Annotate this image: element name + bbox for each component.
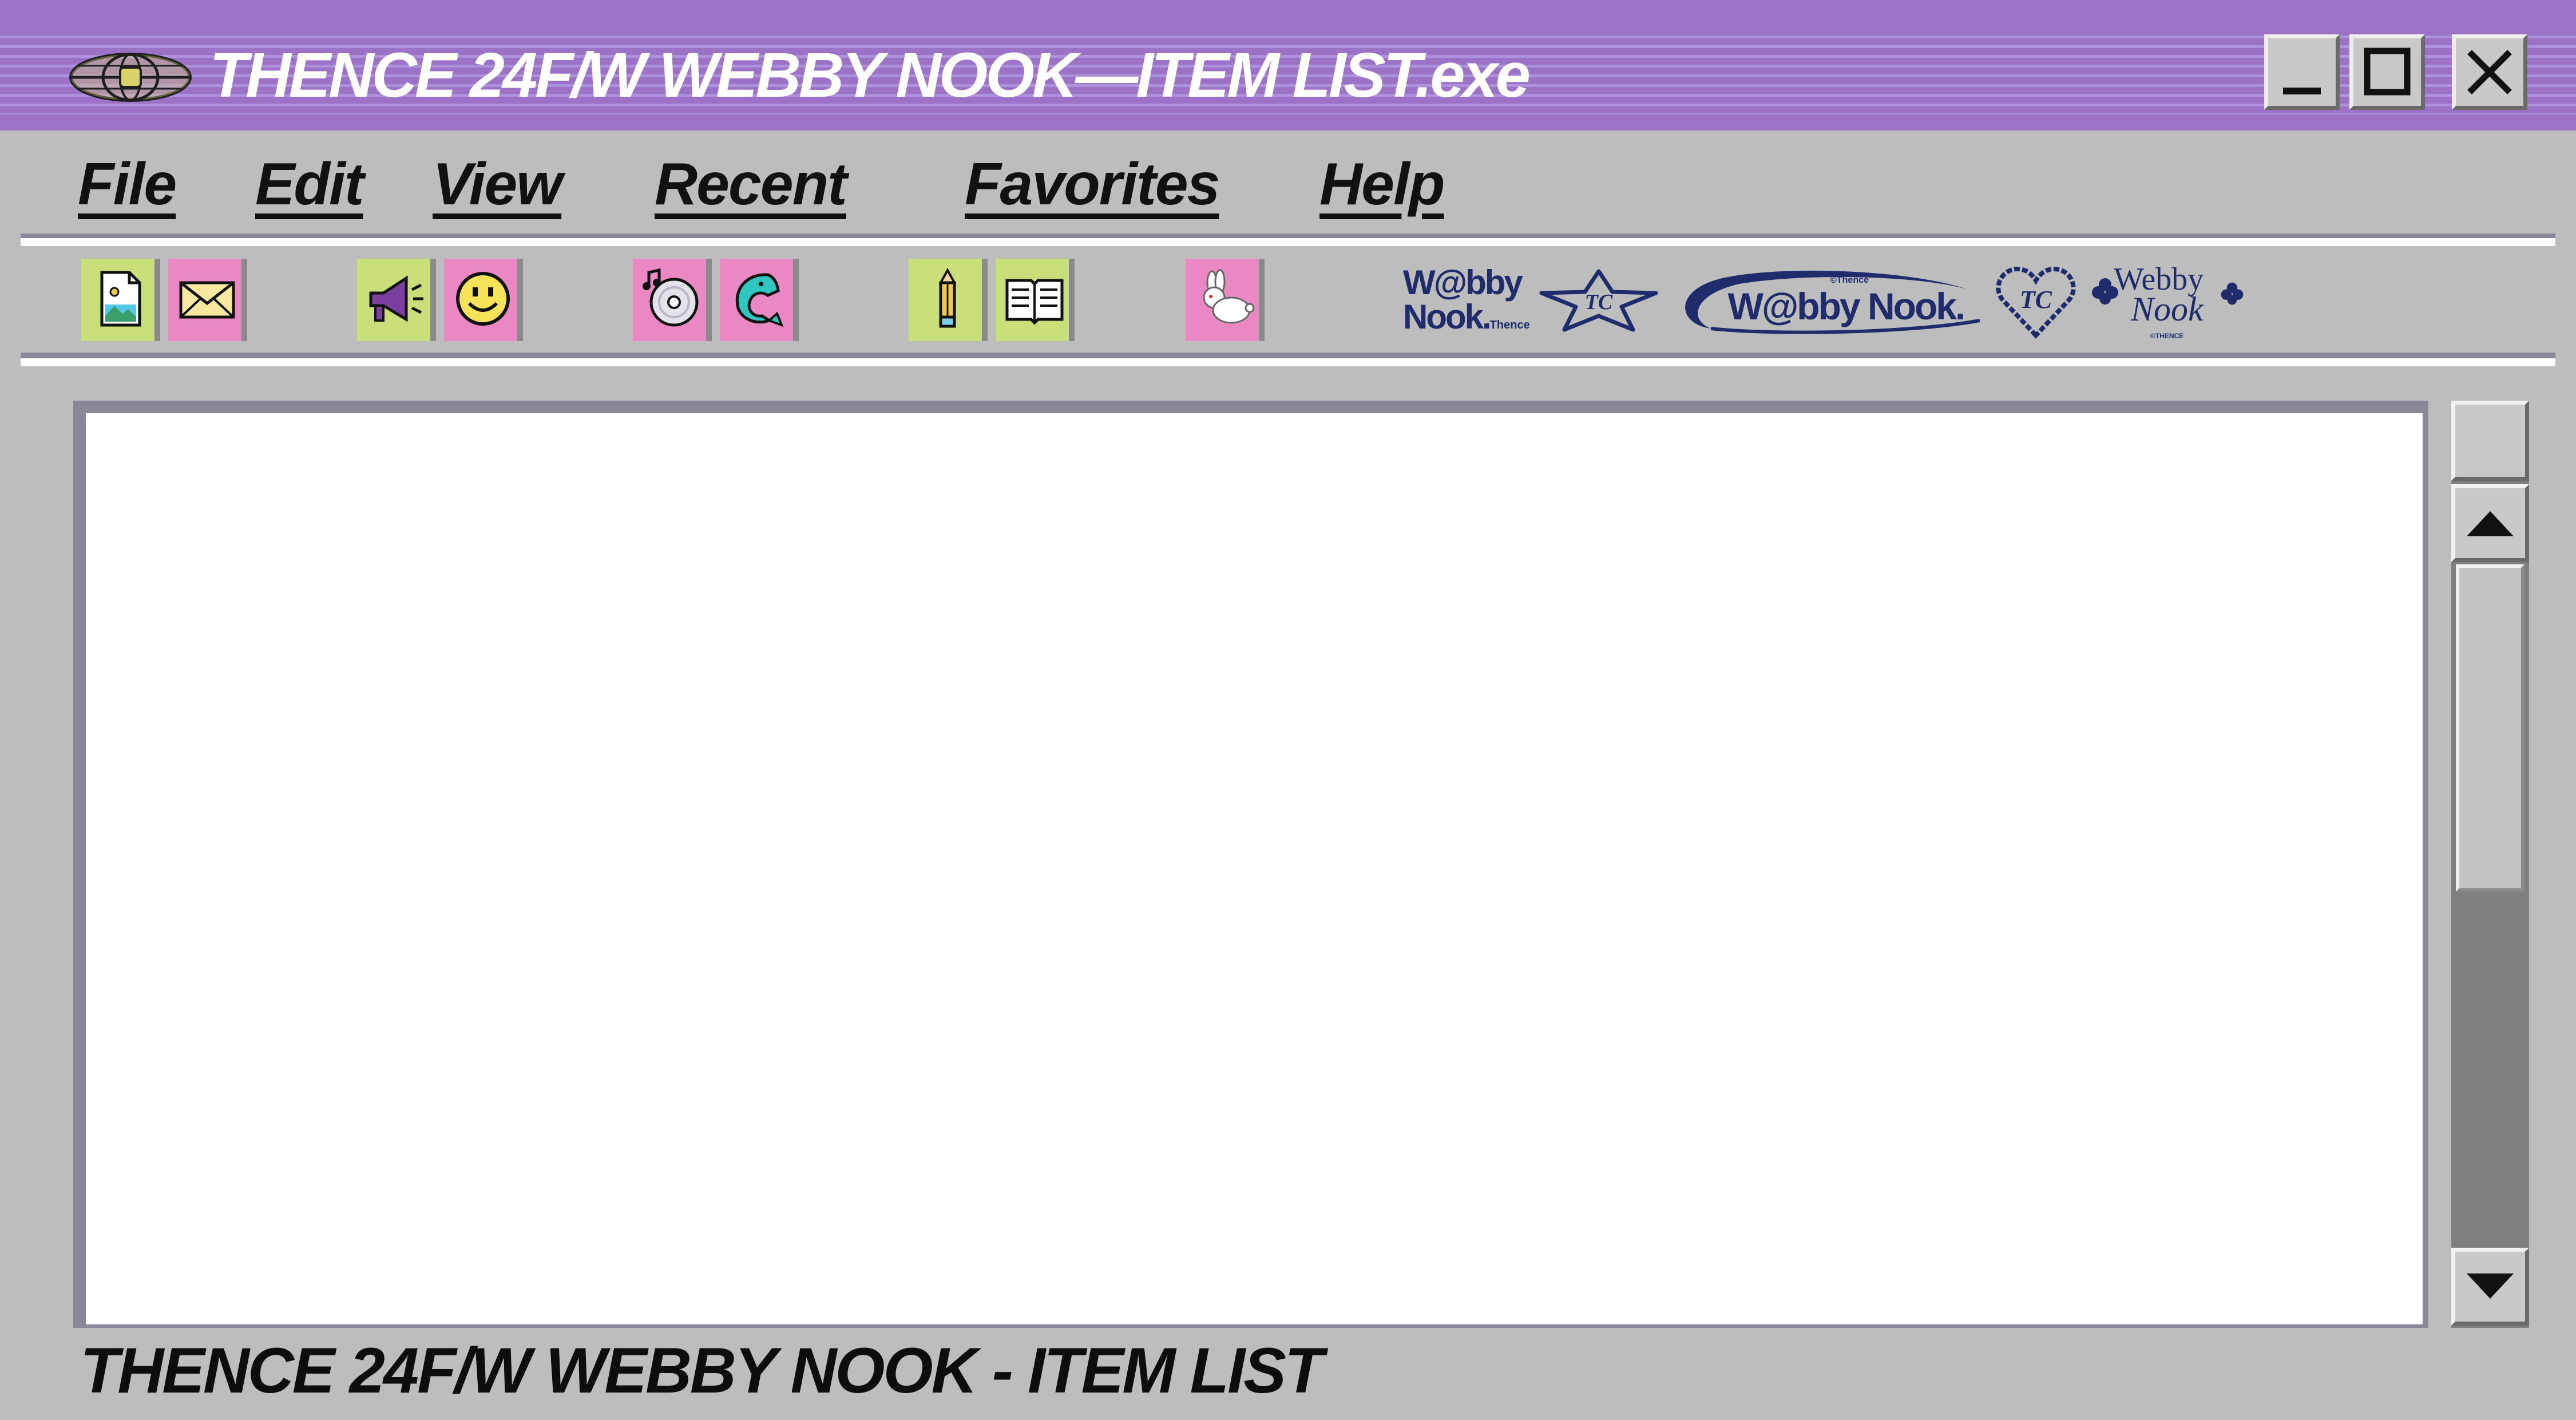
status-bar-text: THENCE 24F/W WEBBY NOOK - ITEM LIST (80, 1335, 1323, 1406)
scroll-up-button[interactable] (2451, 484, 2529, 562)
toolbar-mail-button[interactable] (168, 259, 247, 341)
rabbit-icon (1203, 269, 1255, 324)
menu-view[interactable]: View (433, 150, 562, 219)
globe-icon (69, 53, 192, 102)
toolbar-book-button[interactable] (996, 259, 1075, 341)
maximize-icon (2364, 48, 2411, 96)
arrow-down-icon (2467, 1273, 2514, 1299)
toolbar-divider-shadow (21, 353, 2555, 358)
clover-logo-line2: Nook (2131, 290, 2204, 328)
scroll-down-button[interactable] (2451, 1248, 2529, 1326)
megaphone-icon (369, 275, 423, 322)
toolbar-megaphone-button[interactable] (357, 259, 436, 341)
heart-monogram-logo: TC (1996, 266, 2076, 339)
title-bar[interactable]: THENCE 24F/W WEBBY NOOK—ITEM LIST.exe (0, 0, 2576, 130)
maximize-button[interactable] (2349, 34, 2425, 110)
app-window: THENCE 24F/W WEBBY NOOK—ITEM LIST.exe Fi… (0, 0, 2576, 1420)
menu-file[interactable]: File (78, 150, 177, 219)
dolphin-icon (735, 273, 784, 327)
pencil-icon (938, 268, 957, 328)
menu-bar (0, 132, 2576, 235)
logo-stacked-line2: Nook. (1403, 298, 1492, 336)
ellipse-logo-text: W@bby Nook. (1728, 285, 1964, 327)
mail-icon (179, 281, 235, 319)
clover-icon (2221, 282, 2244, 305)
logo-stacked-line1: W@bby (1403, 263, 1523, 302)
scrollbar-thumb[interactable] (2456, 564, 2525, 892)
minimize-icon (2283, 88, 2321, 94)
webby-nook-logo-stacked: W@bby Nook.Thence (1403, 266, 1540, 334)
minimize-button[interactable] (2264, 34, 2340, 110)
menu-recent[interactable]: Recent (655, 150, 847, 219)
content-area[interactable] (86, 413, 2423, 1324)
webby-nook-logo-ellipse: ©Thence W@bby Nook. (1685, 270, 1980, 334)
toolbar-rabbit-button[interactable] (1186, 259, 1265, 341)
menu-edit[interactable]: Edit (255, 150, 364, 219)
ellipse-logo-small: ©Thence (1830, 275, 1869, 285)
menu-divider (21, 238, 2555, 246)
star-logo-monogram: TC (1585, 290, 1613, 314)
toolbar-divider (21, 358, 2555, 366)
close-button[interactable] (2452, 34, 2527, 110)
toolbar-image-button[interactable] (81, 259, 160, 341)
clover-logo-small: ©THENCE (2150, 332, 2184, 340)
window-title: THENCE 24F/W WEBBY NOOK—ITEM LIST.exe (209, 40, 1531, 110)
smiley-icon (456, 272, 510, 326)
scrollbar-cap (2451, 401, 2529, 481)
toolbar-smiley-button[interactable] (444, 259, 523, 341)
menu-favorites[interactable]: Favorites (965, 150, 1220, 219)
toolbar-music-cd-button[interactable] (633, 259, 712, 341)
toolbar-dolphin-button[interactable] (720, 259, 799, 341)
open-book-icon (1005, 279, 1064, 325)
close-icon (2467, 50, 2512, 94)
clover-icon (2092, 278, 2118, 304)
music-cd-icon (643, 268, 699, 327)
arrow-up-icon (2467, 511, 2514, 536)
logo-stacked-small: Thence (1489, 319, 1530, 331)
heart-logo-monogram: TC (2020, 286, 2052, 314)
webby-nook-logo-clover: Webby Nook ©THENCE (2091, 262, 2245, 343)
star-monogram-logo: TC (1539, 269, 1658, 332)
menu-help[interactable]: Help (1319, 150, 1445, 219)
image-file-icon (100, 271, 141, 327)
toolbar-pencil-button[interactable] (909, 259, 988, 341)
